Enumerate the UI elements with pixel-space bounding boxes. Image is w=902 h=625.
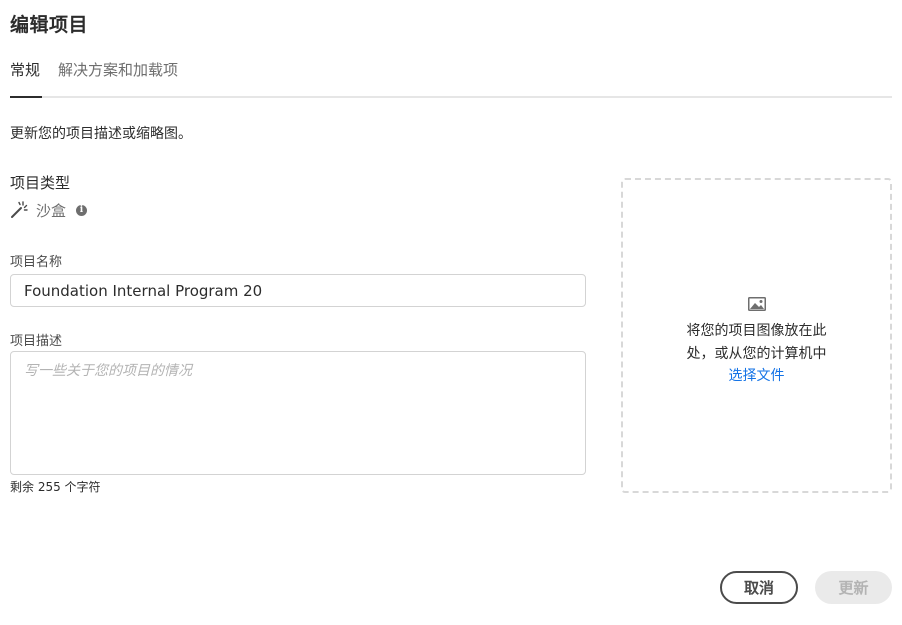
thumbnail-dropzone[interactable]: 将您的项目图像放在此处，或从您的计算机中 选择文件 bbox=[621, 178, 892, 493]
project-type-row: 沙盒 i bbox=[10, 199, 88, 221]
project-name-label: 项目名称 bbox=[10, 255, 63, 270]
image-icon bbox=[747, 297, 766, 311]
project-type-label: 项目类型 bbox=[10, 174, 71, 192]
edit-project-dialog: 编辑项目 常规 解决方案和加载项 更新您的项目描述或缩略图。 项目类型 沙盒 i… bbox=[0, 0, 902, 625]
tab-solutions-addons[interactable]: 解决方案和加载项 bbox=[58, 58, 178, 96]
tab-bar: 常规 解决方案和加载项 bbox=[10, 58, 892, 98]
remaining-characters: 剩余 255 个字符 bbox=[10, 480, 101, 494]
project-description-label: 项目描述 bbox=[10, 334, 63, 349]
choose-file-link[interactable]: 选择文件 bbox=[623, 365, 890, 387]
magic-wand-icon bbox=[11, 201, 28, 218]
active-tab-indicator bbox=[10, 96, 42, 98]
intro-text: 更新您的项目描述或缩略图。 bbox=[10, 126, 192, 142]
project-type-value: 沙盒 bbox=[36, 201, 67, 220]
project-description-textarea[interactable] bbox=[10, 351, 586, 475]
tab-solutions-addons-label: 解决方案和加载项 bbox=[58, 61, 179, 79]
update-button[interactable]: 更新 bbox=[815, 571, 892, 604]
dialog-title: 编辑项目 bbox=[10, 14, 89, 36]
tab-general[interactable]: 常规 bbox=[10, 58, 42, 98]
dropzone-content: 将您的项目图像放在此处，或从您的计算机中 选择文件 bbox=[623, 296, 890, 387]
info-icon[interactable]: i bbox=[76, 204, 88, 216]
cancel-button[interactable]: 取消 bbox=[720, 571, 798, 604]
dropzone-prompt: 将您的项目图像放在此处，或从您的计算机中 bbox=[686, 323, 827, 362]
project-name-input[interactable] bbox=[10, 274, 586, 307]
tab-general-label: 常规 bbox=[10, 61, 41, 79]
